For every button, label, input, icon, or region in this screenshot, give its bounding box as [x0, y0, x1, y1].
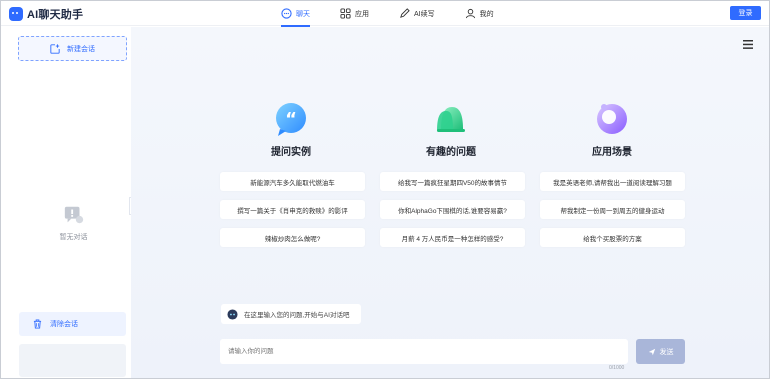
- app-logo[interactable]: AI聊天助手: [9, 6, 83, 22]
- top-bar: AI聊天助手 聊天 应用 AI续写 我的 登录: [1, 1, 769, 27]
- suggestion-chip[interactable]: 辣椒炒肉怎么做呢?: [220, 228, 365, 247]
- bot-avatar-icon: [227, 308, 238, 320]
- quote-bubble-icon: “: [276, 103, 306, 136]
- scene-disc-icon: [597, 104, 627, 134]
- suggestion-chip[interactable]: 撰写一篇关于《肖申克的救赎》的影评: [220, 200, 365, 219]
- column-fun: 有趣的问题: [376, 99, 526, 158]
- user-icon: [465, 8, 475, 19]
- input-hint: 在这里输入您的问题,开始与AI对话吧: [221, 304, 361, 324]
- main-nav: 聊天 应用 AI续写 我的: [281, 1, 524, 27]
- chat-input[interactable]: [220, 339, 628, 364]
- new-chat-button[interactable]: 新建会话: [18, 36, 127, 61]
- nav-item-ai-write[interactable]: AI续写: [399, 1, 435, 26]
- apps-icon: [340, 8, 351, 19]
- column-scenes: 应用场景: [537, 99, 687, 158]
- nav-item-apps[interactable]: 应用: [340, 1, 369, 26]
- sidebar-footer: [19, 344, 126, 377]
- empty-text: 暂无对话: [59, 234, 88, 241]
- chat-main: “ 提问实例 有趣的问题 应用场景 新能源汽车多久能取代燃油车 撰写一篇关于《肖…: [131, 27, 769, 378]
- suggestion-chip[interactable]: 我是英语老师,请帮我出一道阅读理解习题: [540, 172, 685, 191]
- suggestion-chip[interactable]: 给我个买股票的方案: [540, 228, 685, 247]
- pen-icon: [400, 8, 410, 18]
- clear-chat-button[interactable]: 清除会话: [19, 312, 126, 336]
- nav-item-mine[interactable]: 我的: [465, 1, 494, 26]
- column-examples: “ 提问实例: [216, 99, 366, 158]
- trash-icon: [33, 319, 42, 329]
- new-chat-icon: [50, 43, 60, 54]
- nav-item-label: 应用: [355, 10, 369, 18]
- empty-state: 暂无对话: [17, 204, 130, 242]
- sidebar: 新建会话 暂无对话 清除会话: [17, 34, 130, 377]
- login-button[interactable]: 登录: [730, 6, 761, 20]
- column-title: 应用场景: [592, 147, 632, 158]
- suggestion-chip[interactable]: 帮我制定一份周一到周五的健身运动: [540, 200, 685, 219]
- chat-logo-icon: [9, 7, 23, 21]
- svg-text:“: “: [285, 109, 297, 130]
- nav-item-label: 我的: [479, 10, 494, 18]
- send-label: 发送: [659, 348, 674, 356]
- column-title: 提问实例: [271, 147, 311, 158]
- nav-item-chat[interactable]: 聊天: [281, 1, 310, 27]
- char-counter: 0/1000: [609, 365, 625, 371]
- nav-item-label: AI续写: [414, 10, 435, 18]
- nav-item-label: 聊天: [296, 10, 310, 18]
- column-title: 有趣的问题: [426, 147, 476, 158]
- chat-icon: [281, 8, 292, 19]
- suggestion-chip[interactable]: 你和AlphaGo下围棋的话,谁要容易赢?: [380, 200, 525, 219]
- bell-icon: [437, 107, 465, 132]
- suggestion-chip[interactable]: 新能源汽车多久能取代燃油车: [220, 172, 365, 191]
- suggestion-chip[interactable]: 给我写一篇疯狂星期四V50的故事情节: [380, 172, 525, 191]
- hint-text: 在这里输入您的问题,开始与AI对话吧: [244, 312, 350, 319]
- app-title: AI聊天助手: [27, 9, 84, 21]
- send-icon: [648, 348, 655, 355]
- send-button[interactable]: 发送: [636, 339, 685, 364]
- menu-icon[interactable]: [743, 40, 753, 49]
- suggestion-chip[interactable]: 月薪 4 万人民币是一种怎样的感受?: [380, 228, 525, 247]
- clear-chat-label: 清除会话: [50, 321, 78, 328]
- empty-chat-icon: [64, 206, 83, 224]
- app-window: AI聊天助手 聊天 应用 AI续写 我的 登录 新建会话 暂无对话 清除会话 “…: [0, 0, 770, 379]
- new-chat-label: 新建会话: [67, 45, 95, 53]
